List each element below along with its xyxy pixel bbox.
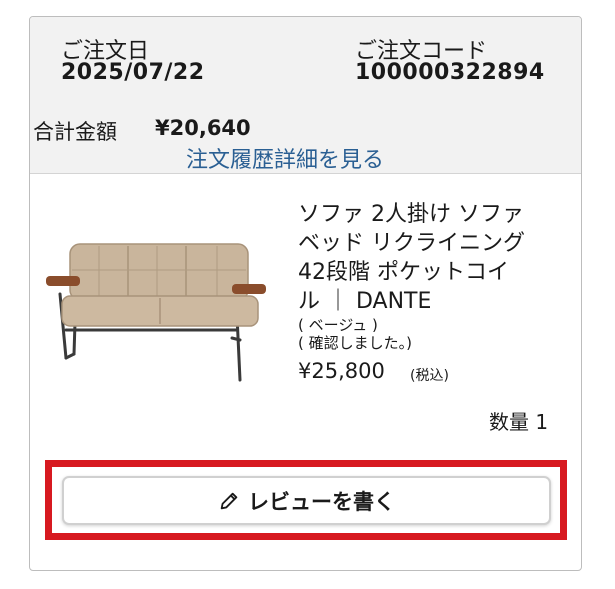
order-history-link[interactable]: 注文履歴詳細を見る: [186, 142, 384, 174]
product-name-line: 42段階 ポケットコイ: [298, 260, 509, 285]
product-name-line: ル ｜ DANTE: [298, 289, 432, 314]
total-amount-label: 合計金額: [33, 120, 117, 144]
product-price: ¥25,800: [298, 359, 385, 383]
product-name-line: ベッド リクライニング: [298, 231, 525, 256]
product-name-line: ソファ 2人掛け ソファ: [298, 202, 524, 227]
write-review-button[interactable]: レビューを書く: [62, 476, 551, 525]
total-amount-value: ¥20,640: [155, 116, 251, 140]
order-date-value: 2025/07/22: [61, 60, 205, 85]
product-name[interactable]: ソファ 2人掛け ソファ ベッド リクライニング 42段階 ポケットコイ ル ｜…: [298, 200, 568, 352]
sofa-image[interactable]: [36, 222, 268, 382]
product-confirm-option: ( 確認しました。): [298, 334, 412, 352]
product-tax-note: (税込): [410, 368, 449, 384]
product-quantity: 数量 1: [489, 410, 549, 434]
product-color-option: ( ベージュ ): [298, 316, 378, 334]
write-review-label: レビューを書く: [248, 489, 395, 514]
order-code-value: 100000322894: [355, 60, 545, 85]
pencil-icon: [220, 492, 238, 509]
